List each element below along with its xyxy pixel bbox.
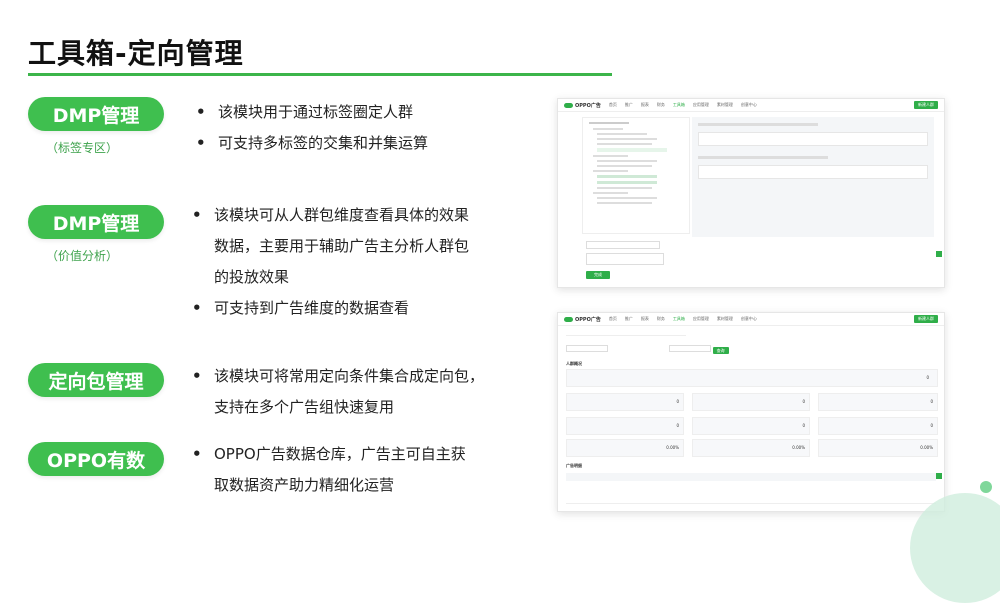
stat-card: 0	[566, 393, 684, 411]
filter-row: 查询	[566, 345, 746, 354]
bullets-1: • 该模块用于通过标签圈定人群 • 可支持多标签的交集和并集运算	[196, 97, 516, 159]
nav-item[interactable]: 报表	[641, 102, 649, 108]
bullet-item: • OPPO广告数据仓库，广告主可自主获	[192, 445, 466, 463]
nav-item[interactable]: 应用管理	[693, 102, 709, 108]
nav-item[interactable]: 报表	[641, 316, 649, 322]
subtabs	[566, 331, 686, 336]
bullets-4: • OPPO广告数据仓库，广告主可自主获 取数据资产助力精细化运营	[192, 439, 522, 501]
title-underline	[28, 73, 612, 76]
dmp-value-screenshot: OPPO广告 首页 推广 报表 财务 工具箱 应用管理 素材管理 创意中心 新建…	[557, 312, 945, 512]
nav-item[interactable]: 首页	[609, 316, 617, 322]
logo-mark-icon	[564, 316, 573, 322]
bullet-item: 数据，主要用于辅助广告主分析人群包	[214, 237, 470, 255]
stat-value: 0	[802, 399, 805, 404]
nav-item[interactable]: 创意中心	[741, 102, 757, 108]
logo-mark-icon	[564, 102, 573, 108]
side-button[interactable]	[936, 251, 942, 257]
targeting-package-pill: 定向包管理	[28, 363, 164, 397]
oppo-data-pill: OPPO有数	[28, 442, 164, 476]
ad-table-header	[566, 473, 936, 481]
nav-item[interactable]: 应用管理	[693, 316, 709, 322]
form-input[interactable]	[586, 241, 660, 249]
nav-item[interactable]: 推广	[625, 102, 633, 108]
pill-sub: （标签专区）	[46, 141, 119, 155]
stat-card: 0.00%	[692, 439, 810, 457]
stat-value: 0	[930, 423, 933, 428]
bullets-3: • 该模块可将常用定向条件集合成定向包， 支持在多个广告组快速复用	[192, 361, 522, 423]
nav-item[interactable]: 素材管理	[717, 102, 733, 108]
pill-label: 定向包管理	[48, 370, 144, 393]
bullet-item: 支持在多个广告组快速复用	[214, 398, 395, 416]
form-textarea[interactable]	[586, 253, 664, 265]
pill-label: OPPO有数	[46, 449, 146, 472]
stat-card: 0	[566, 417, 684, 435]
bullet-item: • 可支持到广告维度的数据查看	[192, 299, 410, 317]
oppo-logo: OPPO广告	[564, 102, 601, 109]
nav-item[interactable]: 财务	[657, 102, 665, 108]
dmp-tag-pill: DMP管理	[28, 97, 164, 131]
section-title: 广告明细	[566, 463, 582, 468]
stat-value: 0	[930, 399, 933, 404]
nav-item[interactable]: 工具箱	[673, 316, 685, 322]
stat-card: 0	[818, 417, 938, 435]
stat-value: 0	[676, 399, 679, 404]
stat-value: 0.00%	[792, 445, 805, 450]
dmp-value-pill: DMP管理	[28, 205, 164, 239]
stat-card: 0.00%	[566, 439, 684, 457]
stat-card: 0	[692, 417, 810, 435]
bullet-item: • 该模块用于通过标签圈定人群	[196, 103, 414, 121]
decorative-dot	[980, 481, 992, 493]
pill-sub: （价值分析）	[46, 249, 119, 263]
stat-card: 0	[566, 369, 938, 387]
stat-value: 0.00%	[666, 445, 679, 450]
tag-tree-panel	[582, 117, 690, 234]
query-button[interactable]: 查询	[712, 347, 729, 354]
ad-table-body	[566, 483, 936, 504]
tag-selection-panel	[692, 117, 934, 237]
stat-card: 0	[818, 393, 938, 411]
new-audience-button[interactable]: 新建人群	[914, 101, 938, 109]
bullet-item: • 可支持多标签的交集和并集运算	[196, 134, 429, 152]
bullet-item: • 该模块可从人群包维度查看具体的效果	[192, 206, 470, 224]
dmp-tag-screenshot: OPPO广告 首页 推广 报表 财务 工具箱 应用管理 素材管理 创意中心 新建…	[557, 98, 945, 288]
side-button[interactable]	[936, 473, 942, 479]
screenshot-topbar: OPPO广告 首页 推广 报表 财务 工具箱 应用管理 素材管理 创意中心 新建…	[558, 99, 944, 112]
stat-card: 0.00%	[818, 439, 938, 457]
nav-item[interactable]: 财务	[657, 316, 665, 322]
pill-label: DMP管理	[52, 104, 140, 127]
nav-item[interactable]: 推广	[625, 316, 633, 322]
nav-item[interactable]: 创意中心	[741, 316, 757, 322]
bullet-item: 取数据资产助力精细化运营	[214, 476, 395, 494]
section-title: 人群概况	[566, 361, 582, 366]
stat-value: 0	[676, 423, 679, 428]
stat-value: 0.00%	[920, 445, 933, 450]
pill-label: DMP管理	[52, 212, 140, 235]
nav-item[interactable]: 工具箱	[673, 102, 685, 108]
stat-card: 0	[692, 393, 810, 411]
bullet-item: • 该模块可将常用定向条件集合成定向包，	[192, 367, 485, 385]
nav-item[interactable]: 首页	[609, 102, 617, 108]
page-title: 工具箱-定向管理	[28, 37, 244, 70]
new-audience-button[interactable]: 新建人群	[914, 315, 938, 323]
nav-item[interactable]: 素材管理	[717, 316, 733, 322]
oppo-logo: OPPO广告	[564, 316, 601, 323]
stat-value: 0	[926, 375, 929, 380]
screenshot-topbar: OPPO广告 首页 推广 报表 财务 工具箱 应用管理 素材管理 创意中心 新建…	[558, 313, 944, 326]
submit-button[interactable]: 完成	[586, 271, 610, 279]
stat-value: 0	[802, 423, 805, 428]
bullets-2: • 该模块可从人群包维度查看具体的效果 数据，主要用于辅助广告主分析人群包 的投放…	[192, 200, 522, 324]
bullet-item: 的投放效果	[214, 268, 290, 286]
